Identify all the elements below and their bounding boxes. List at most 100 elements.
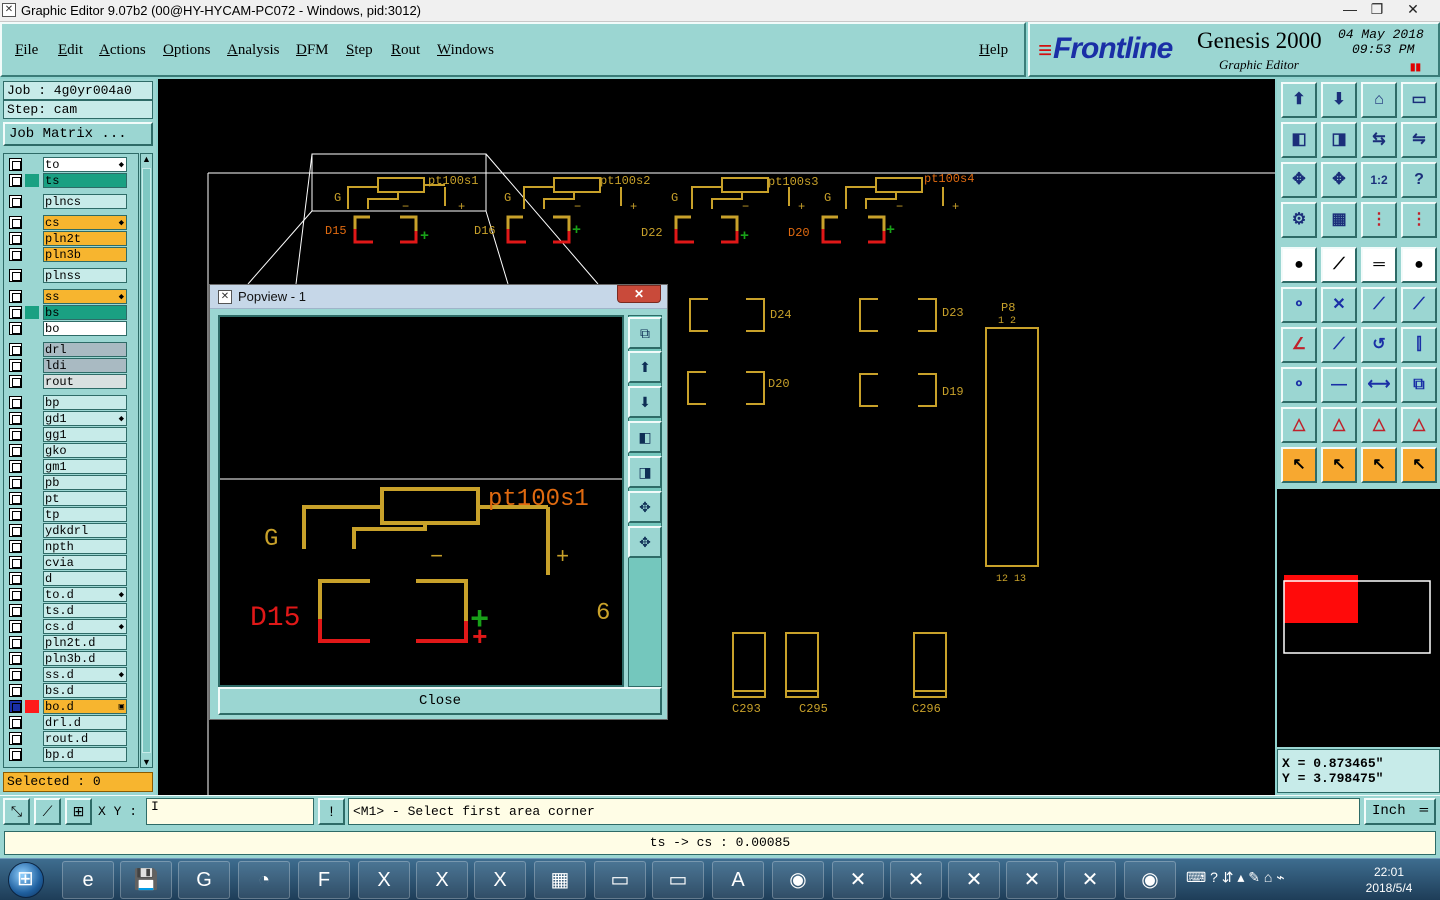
pan-down-icon[interactable]: ⬇ bbox=[1321, 82, 1357, 118]
layer-row-pb[interactable]: pb bbox=[7, 475, 127, 490]
layer-checkbox[interactable] bbox=[9, 652, 22, 665]
layer-row-pln3b-d[interactable]: pln3b.d bbox=[7, 651, 127, 666]
layer-color-swatch[interactable] bbox=[25, 322, 39, 335]
layer-color-swatch[interactable] bbox=[25, 460, 39, 473]
layer-row-gd1[interactable]: gd1 ◆ bbox=[7, 411, 127, 426]
layer-checkbox[interactable] bbox=[9, 524, 22, 537]
menu-help[interactable]: Help bbox=[979, 42, 1008, 59]
layer-color-swatch[interactable] bbox=[25, 396, 39, 409]
layer-checkbox[interactable] bbox=[9, 216, 22, 229]
split-icon[interactable]: ⫿ bbox=[1401, 327, 1437, 363]
layer-row-cs[interactable]: cs ◆ bbox=[7, 215, 127, 230]
layer-name[interactable]: npth bbox=[43, 539, 127, 554]
layer-color-swatch[interactable] bbox=[25, 343, 39, 356]
layer-row-pln3b[interactable]: pln3b bbox=[7, 247, 127, 262]
layer-row-pln2t[interactable]: pln2t bbox=[7, 231, 127, 246]
layer-color-swatch[interactable] bbox=[25, 412, 39, 425]
maximize-button[interactable]: ❐ bbox=[1362, 0, 1392, 20]
layer-name[interactable]: bo.d ▣ bbox=[43, 699, 127, 714]
layer-color-swatch[interactable] bbox=[25, 716, 39, 729]
excel-icon[interactable]: X bbox=[358, 861, 410, 899]
layer-row-gko[interactable]: gko bbox=[7, 443, 127, 458]
layer-row-ldi[interactable]: ldi bbox=[7, 358, 127, 373]
alert-icon[interactable]: ! bbox=[318, 798, 345, 825]
undo-icon[interactable]: ↺ bbox=[1361, 327, 1397, 363]
menu-step[interactable]: Step bbox=[346, 42, 373, 59]
layer-row-ss-d[interactable]: ss.d ◆ bbox=[7, 667, 127, 682]
popview-zoom-window-icon[interactable]: ⧉ bbox=[628, 317, 662, 349]
minimize-button[interactable]: — bbox=[1335, 0, 1365, 20]
layer-checkbox[interactable] bbox=[9, 668, 22, 681]
layer-checkbox[interactable] bbox=[9, 476, 22, 489]
layer-name[interactable]: ts.d bbox=[43, 603, 127, 618]
layer-checkbox[interactable] bbox=[9, 290, 22, 303]
node-icon[interactable]: ⚬ bbox=[1281, 287, 1317, 323]
layer-row-plnss[interactable]: plnss bbox=[7, 268, 127, 283]
pad-icon[interactable]: ● bbox=[1281, 247, 1317, 283]
layer-color-swatch[interactable] bbox=[25, 359, 39, 372]
layer-row-bs-d[interactable]: bs.d bbox=[7, 683, 127, 698]
layer-name[interactable]: pln3b bbox=[43, 247, 127, 262]
excel-icon[interactable]: X bbox=[416, 861, 468, 899]
layer-name[interactable]: tp bbox=[43, 507, 127, 522]
layer-row-bp[interactable]: bp bbox=[7, 395, 127, 410]
select-circle-icon[interactable]: ↖ bbox=[1361, 447, 1397, 483]
layer-name[interactable]: rout bbox=[43, 374, 127, 389]
layer-name[interactable]: drl.d bbox=[43, 715, 127, 730]
layer-row-cs-d[interactable]: cs.d ◆ bbox=[7, 619, 127, 634]
internet-explorer-icon[interactable]: e bbox=[62, 861, 114, 899]
save-disk-icon[interactable]: 💾 bbox=[120, 861, 172, 899]
layer-name[interactable]: plncs bbox=[43, 194, 127, 209]
layer-row-ss[interactable]: ss ◆ bbox=[7, 289, 127, 304]
layer-checkbox[interactable] bbox=[9, 412, 22, 425]
pan-right-icon[interactable]: ◨ bbox=[1321, 122, 1357, 158]
help-icon[interactable]: ? bbox=[1401, 162, 1437, 198]
layer-name[interactable]: rout.d bbox=[43, 731, 127, 746]
layer-name[interactable]: cs.d ◆ bbox=[43, 619, 127, 634]
popview-close-button[interactable]: Close bbox=[218, 687, 662, 715]
genesis-window-icon[interactable]: ✕ bbox=[890, 861, 942, 899]
layer-checkbox[interactable] bbox=[9, 460, 22, 473]
layer-name[interactable]: gm1 bbox=[43, 459, 127, 474]
layer-color-swatch[interactable] bbox=[25, 588, 39, 601]
layer-row-bo-d[interactable]: bo.d ▣ bbox=[7, 699, 127, 714]
menu-analysis[interactable]: Analysis bbox=[227, 42, 280, 59]
layer-color-swatch[interactable] bbox=[25, 306, 39, 319]
layer-checkbox[interactable] bbox=[9, 540, 22, 553]
layer-checkbox[interactable] bbox=[9, 428, 22, 441]
layer-color-swatch[interactable] bbox=[25, 476, 39, 489]
layer-checkbox[interactable] bbox=[9, 375, 22, 388]
layer-name[interactable]: to.d ◆ bbox=[43, 587, 127, 602]
cursor-mode-icon[interactable]: ⤡ bbox=[3, 798, 30, 825]
layer-name[interactable]: gg1 bbox=[43, 427, 127, 442]
layer-checkbox[interactable] bbox=[9, 748, 22, 761]
measure-icon[interactable]: ═ bbox=[1361, 247, 1397, 283]
select-box-icon[interactable]: ↖ bbox=[1321, 447, 1357, 483]
layer-color-swatch[interactable] bbox=[25, 572, 39, 585]
layer-checkbox[interactable] bbox=[9, 343, 22, 356]
swap-icon[interactable]: ⇆ bbox=[1361, 122, 1397, 158]
layer-row-to[interactable]: to ◆ bbox=[7, 157, 127, 172]
layer-checkbox[interactable] bbox=[9, 700, 22, 713]
eye-icon[interactable]: ◉ bbox=[772, 861, 824, 899]
close-button[interactable]: ✕ bbox=[1398, 0, 1428, 20]
layer-checkbox[interactable] bbox=[9, 232, 22, 245]
document-icon[interactable]: A bbox=[712, 861, 764, 899]
layer-color-swatch[interactable] bbox=[25, 604, 39, 617]
layer-color-swatch[interactable] bbox=[25, 248, 39, 261]
layer-name[interactable]: cvia bbox=[43, 555, 127, 570]
select-path-icon[interactable]: ↖ bbox=[1401, 447, 1437, 483]
image-viewer-icon[interactable]: ▭ bbox=[652, 861, 704, 899]
genesis-window-icon[interactable]: ✕ bbox=[832, 861, 884, 899]
layer-checkbox[interactable] bbox=[9, 396, 22, 409]
layer-row-plncs[interactable]: plncs bbox=[7, 194, 127, 209]
layer-color-swatch[interactable] bbox=[25, 174, 39, 187]
layer-color-swatch[interactable] bbox=[25, 158, 39, 171]
layer-row-ts[interactable]: ts bbox=[7, 173, 127, 188]
shell-icon[interactable]: ◔ bbox=[238, 861, 290, 899]
layer-row-cvia[interactable]: cvia bbox=[7, 555, 127, 570]
layer-checkbox[interactable] bbox=[9, 572, 22, 585]
app-f-icon[interactable]: F bbox=[298, 861, 350, 899]
layer-name[interactable]: bp.d bbox=[43, 747, 127, 762]
layer-checkbox[interactable] bbox=[9, 716, 22, 729]
